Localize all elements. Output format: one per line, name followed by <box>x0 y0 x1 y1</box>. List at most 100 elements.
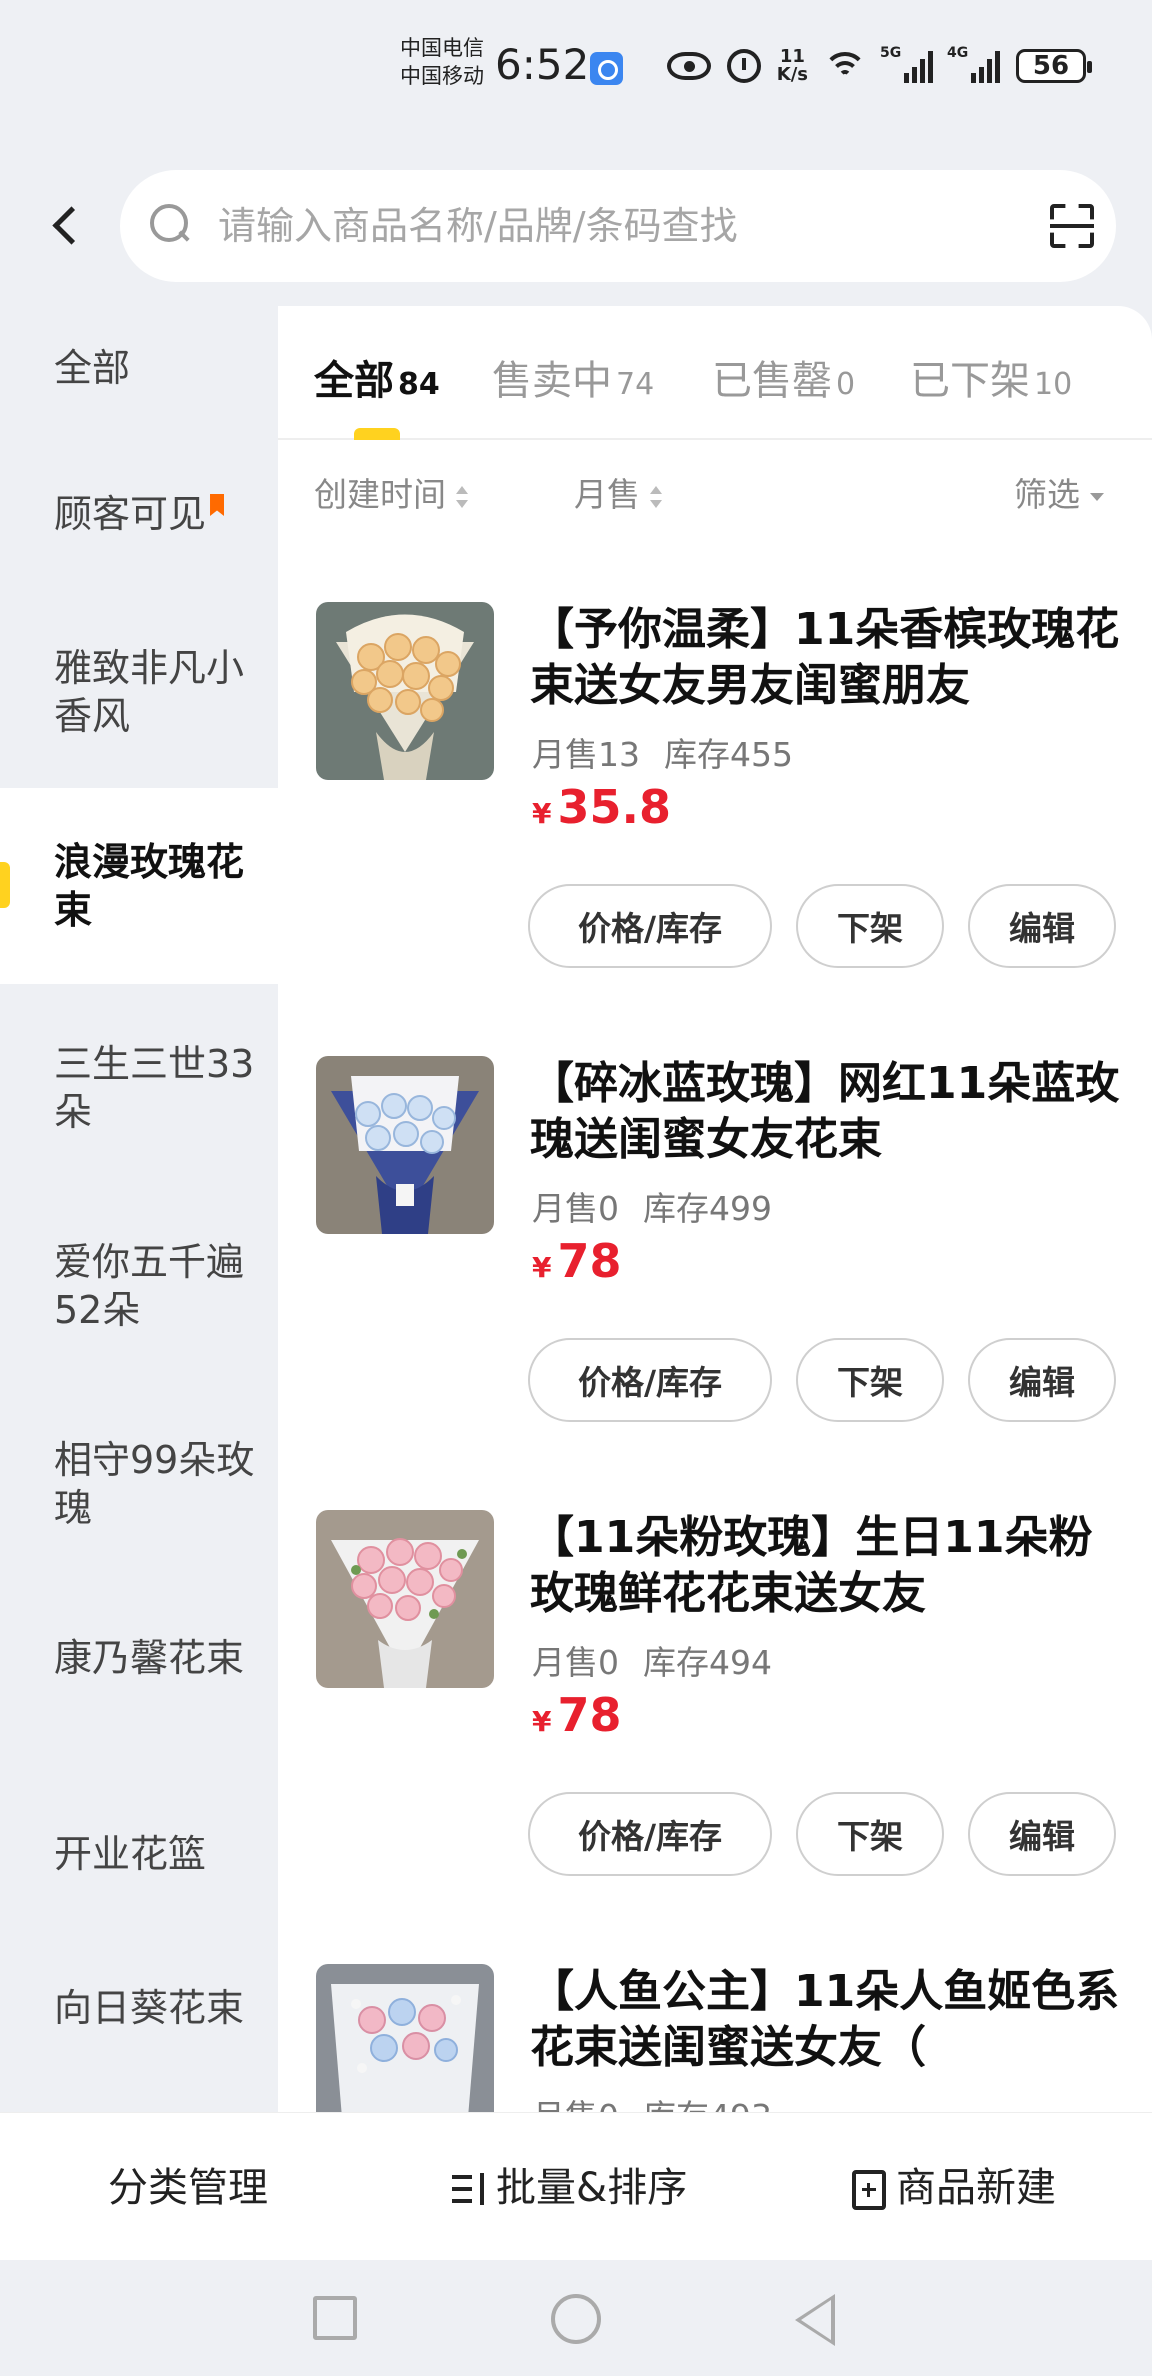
sidebar-item-carnations[interactable]: 康乃馨花束 <box>0 1634 278 1682</box>
product-panel: 全部 84 售卖中 74 已售罄 0 已下架 10 创建时间 月售 筛选 【予你… <box>278 306 1152 2114</box>
bookmark-badge-icon <box>210 494 225 516</box>
back-button[interactable] <box>40 186 100 266</box>
add-goods-icon <box>852 2170 886 2210</box>
sidebar-item-52-roses[interactable]: 爱你五千遍52朵 <box>0 1238 278 1334</box>
product-title[interactable]: 【碎冰蓝玫瑰】网红11朵蓝玫瑰送闺蜜女友花束 <box>530 1056 1120 1168</box>
filter-button[interactable]: 筛选 <box>1014 468 1104 516</box>
scan-barcode-icon[interactable] <box>1050 204 1094 248</box>
product-title[interactable]: 【11朵粉玫瑰】生日11朵粉玫瑰鲜花花束送女友 <box>530 1510 1120 1622</box>
tab-sold-out[interactable]: 已售罄 0 <box>712 348 855 406</box>
sidebar-item-33-roses[interactable]: 三生三世33朵 <box>0 1040 278 1136</box>
batch-sort-button[interactable]: 批量&排序 <box>450 2155 687 2213</box>
product-image[interactable] <box>316 1056 494 1234</box>
price-value: 78 <box>557 1688 622 1742</box>
sort-label: 月售 <box>574 475 640 514</box>
new-goods-label: 商品新建 <box>896 2165 1056 2211</box>
network-speed: 11 K/s <box>777 48 808 84</box>
edit-button[interactable]: 编辑 <box>968 1338 1116 1422</box>
tab-count: 84 <box>398 367 440 402</box>
sort-arrows-icon <box>650 485 662 508</box>
tab-indicator <box>354 428 400 440</box>
currency-symbol: ¥ <box>532 1705 552 1738</box>
tab-label: 全部 <box>314 358 394 404</box>
sidebar-item-sunflowers[interactable]: 向日葵花束 <box>0 1984 278 2032</box>
take-down-button[interactable]: 下架 <box>796 884 944 968</box>
system-navigation-bar <box>0 2260 1152 2376</box>
product-stats: 月售0 库存499 <box>532 1182 772 1230</box>
batch-sort-icon <box>450 2171 490 2209</box>
home-icon[interactable] <box>551 2294 601 2344</box>
category-manage-button[interactable]: 分类管理 <box>108 2155 268 2213</box>
sidebar-item-label: 康乃馨花束 <box>54 1636 245 1680</box>
monthly-sales: 月售0 <box>532 1189 619 1228</box>
active-marker <box>0 862 10 908</box>
alarm-app-icon <box>590 52 623 85</box>
sidebar-item-romantic-roses[interactable]: 浪漫玫瑰花束 <box>0 788 278 984</box>
edit-button[interactable]: 编辑 <box>968 884 1116 968</box>
search-input[interactable] <box>218 194 1018 258</box>
product-card: 【碎冰蓝玫瑰】网红11朵蓝玫瑰送闺蜜女友花束 月售0 库存499 ¥78 价格/库… <box>278 1056 1152 1476</box>
search-bar[interactable] <box>120 170 1116 282</box>
product-title[interactable]: 【予你温柔】11朵香槟玫瑰花束送女友男友闺蜜朋友 <box>530 602 1120 714</box>
sidebar-item-label: 浪漫玫瑰花束 <box>54 840 245 932</box>
status-tabs: 全部 84 售卖中 74 已售罄 0 已下架 10 <box>278 306 1152 440</box>
caret-down-icon <box>1090 492 1104 501</box>
edit-button[interactable]: 编辑 <box>968 1792 1116 1876</box>
sidebar-item-label: 雅致非凡小香风 <box>54 646 245 738</box>
carrier-1: 中国电信 <box>400 36 484 60</box>
sidebar-item-flower-basket[interactable]: 开业花篮 <box>0 1830 278 1878</box>
eye-icon <box>666 52 711 80</box>
tab-all[interactable]: 全部 84 <box>314 348 440 406</box>
tab-on-sale[interactable]: 售卖中 74 <box>492 348 654 406</box>
sidebar-item-elegant[interactable]: 雅致非凡小香风 <box>0 644 278 740</box>
signal-4g-icon: 4G <box>947 45 1000 83</box>
take-down-button[interactable]: 下架 <box>796 1792 944 1876</box>
sidebar-item-label: 相守99朵玫瑰 <box>54 1438 255 1530</box>
product-image[interactable] <box>316 1510 494 1688</box>
sidebar-item-label: 开业花篮 <box>54 1832 207 1876</box>
signal-5g-icon: 5G <box>880 45 933 83</box>
product-image[interactable] <box>316 1964 494 2114</box>
sidebar-item-all[interactable]: 全部 <box>0 344 278 392</box>
currency-symbol: ¥ <box>532 797 552 830</box>
product-price: ¥35.8 <box>532 780 671 834</box>
product-stats: 月售0 库存494 <box>532 1636 772 1684</box>
take-down-button[interactable]: 下架 <box>796 1338 944 1422</box>
recent-apps-icon[interactable] <box>313 2296 357 2340</box>
price-stock-button[interactable]: 价格/库存 <box>528 1338 772 1422</box>
bouquet-image-mermaid <box>316 1964 494 2114</box>
sort-monthly-sales[interactable]: 月售 <box>574 468 662 516</box>
stock-count: 库存499 <box>643 1189 772 1228</box>
tab-count: 74 <box>616 367 655 402</box>
product-image[interactable] <box>316 602 494 780</box>
network-speed-unit: K/s <box>776 64 808 85</box>
price-stock-button[interactable]: 价格/库存 <box>528 884 772 968</box>
battery-icon: 56 <box>1016 49 1092 83</box>
filter-label: 筛选 <box>1014 475 1080 514</box>
sidebar-item-label: 向日葵花束 <box>54 1986 245 2030</box>
bouquet-image-champagne <box>316 602 494 780</box>
price-value: 35.8 <box>557 780 671 834</box>
status-icons: 11 K/s 5G 4G 56 <box>666 44 1092 88</box>
product-stats: 月售0库存493 <box>532 2090 772 2114</box>
sort-label: 创建时间 <box>314 475 446 514</box>
sidebar-item-customer-visible[interactable]: 顾客可见 <box>0 490 278 538</box>
product-title[interactable]: 【人鱼公主】11朵人鱼姬色系花束送闺蜜送女友（ <box>530 1964 1120 2076</box>
tab-label: 已下架 <box>910 358 1030 404</box>
sort-created-time[interactable]: 创建时间 <box>314 468 468 516</box>
new-goods-button[interactable]: 商品新建 <box>852 2155 1056 2213</box>
signal-4g-label: 4G <box>947 45 969 61</box>
tab-delisted[interactable]: 已下架 10 <box>910 348 1072 406</box>
bottom-action-bar: 分类管理 批量&排序 商品新建 <box>0 2112 1152 2260</box>
batch-sort-label: 批量&排序 <box>496 2165 688 2211</box>
price-stock-button[interactable]: 价格/库存 <box>528 1792 772 1876</box>
stock-count: 库存455 <box>664 735 793 774</box>
status-time: 6:52 <box>495 40 590 89</box>
stock-count: 库存494 <box>643 1643 772 1682</box>
sort-arrows-icon <box>456 485 468 508</box>
sidebar-item-99-roses[interactable]: 相守99朵玫瑰 <box>0 1436 278 1532</box>
tab-label: 售卖中 <box>492 358 612 404</box>
product-card: 【11朵粉玫瑰】生日11朵粉玫瑰鲜花花束送女友 月售0 库存494 ¥78 价格/… <box>278 1510 1152 1930</box>
carrier-2: 中国移动 <box>400 64 484 88</box>
back-triangle-icon[interactable] <box>795 2294 835 2346</box>
